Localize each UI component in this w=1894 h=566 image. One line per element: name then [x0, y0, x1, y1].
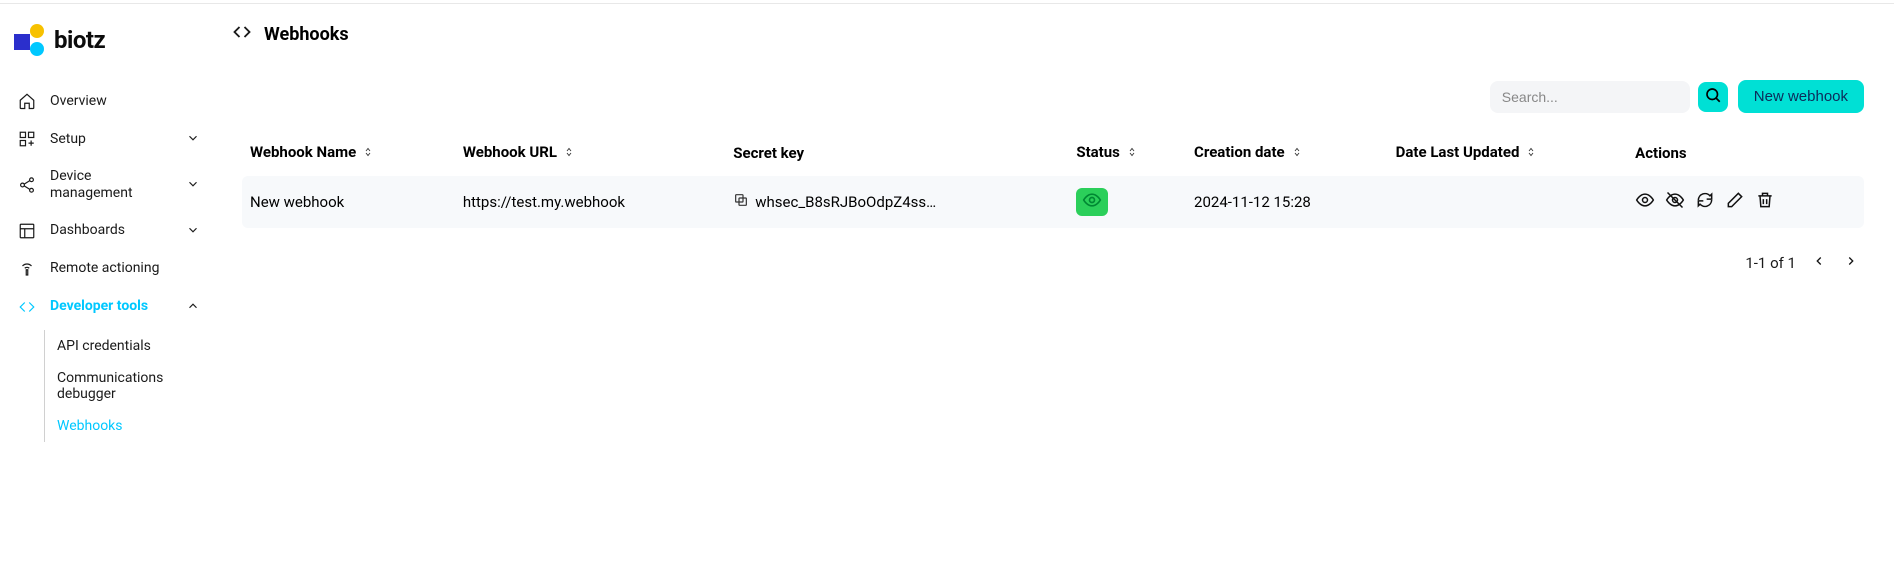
new-webhook-button[interactable]: New webhook: [1738, 80, 1864, 113]
eye-icon: [1635, 190, 1655, 214]
chevron-down-icon: [186, 223, 202, 239]
page-header: Webhooks: [228, 22, 1878, 46]
sort-icon: [1291, 144, 1303, 162]
code-icon: [232, 22, 252, 46]
sidebar-item-label: Developer tools: [50, 298, 172, 315]
home-icon: [18, 92, 36, 110]
cell-url: https://test.my.webhook: [455, 176, 725, 228]
brand-mark-icon: [14, 26, 42, 54]
col-created[interactable]: Creation date: [1186, 133, 1388, 176]
sort-icon: [1126, 144, 1138, 162]
sidebar-item-setup[interactable]: Setup: [12, 120, 208, 158]
bookmark-icon: [1782, 0, 1796, 4]
chevron-left-icon: [1812, 254, 1826, 272]
top-divider: All Bookmarks: [0, 0, 1894, 4]
col-secret: Secret key: [725, 133, 1068, 176]
bookmarks-link[interactable]: All Bookmarks: [1782, 0, 1886, 4]
sidebar-item-device-management[interactable]: Device management: [12, 158, 208, 212]
action-view[interactable]: [1635, 192, 1655, 212]
main-content: Webhooks New webhook Webhook Name Webhoo…: [218, 4, 1894, 564]
subnav-label: API credentials: [57, 338, 151, 354]
chevron-down-icon: [186, 131, 202, 147]
refresh-icon: [1695, 190, 1715, 214]
subnav-label: Communications debugger: [57, 370, 163, 402]
trash-icon: [1755, 190, 1775, 214]
sort-icon: [362, 144, 374, 162]
pagination-prev[interactable]: [1810, 254, 1828, 272]
share-icon: [18, 176, 36, 194]
pencil-icon: [1725, 190, 1745, 214]
sidebar-item-dashboards[interactable]: Dashboards: [12, 212, 208, 250]
chevron-down-icon: [186, 177, 202, 193]
sidebar-item-label: Overview: [50, 93, 202, 110]
sidebar: biotz Overview Setup Device management D…: [0, 4, 218, 564]
remote-icon: [18, 260, 36, 278]
eye-icon: [1082, 190, 1102, 214]
action-delete[interactable]: [1755, 192, 1775, 212]
sidebar-item-label: Setup: [50, 131, 172, 148]
brand-name: biotz: [54, 26, 105, 54]
col-actions: Actions: [1627, 133, 1864, 176]
search-group: [1490, 81, 1728, 113]
brand-logo[interactable]: biotz: [12, 22, 208, 82]
sidebar-item-developer-tools[interactable]: Developer tools: [12, 288, 208, 326]
pagination-next[interactable]: [1842, 254, 1860, 272]
code-icon: [18, 298, 36, 316]
page-title: Webhooks: [264, 24, 349, 45]
subnav-label: Webhooks: [57, 418, 123, 434]
sidebar-item-overview[interactable]: Overview: [12, 82, 208, 120]
sidebar-item-label: Remote actioning: [50, 260, 202, 277]
col-url[interactable]: Webhook URL: [455, 133, 725, 176]
action-refresh[interactable]: [1695, 192, 1715, 212]
cell-name: New webhook: [242, 176, 455, 228]
sort-icon: [563, 144, 575, 162]
cell-secret: whsec_B8sRJBoOdpZ4ssX…: [725, 176, 1068, 228]
dashboard-icon: [18, 222, 36, 240]
search-button[interactable]: [1698, 82, 1728, 112]
pagination: 1-1 of 1: [242, 254, 1864, 272]
developer-tools-submenu: API credentials Communications debugger …: [44, 330, 208, 442]
chevron-up-icon: [186, 299, 202, 315]
sidebar-item-label: Device management: [50, 168, 172, 202]
webhooks-table: Webhook Name Webhook URL Secret key Stat…: [242, 133, 1864, 228]
sidebar-item-remote-actioning[interactable]: Remote actioning: [12, 250, 208, 288]
search-input[interactable]: [1490, 81, 1690, 113]
eye-off-icon: [1665, 190, 1685, 214]
col-status[interactable]: Status: [1068, 133, 1186, 176]
subnav-communications-debugger[interactable]: Communications debugger: [57, 362, 208, 410]
chevron-right-icon: [1844, 254, 1858, 272]
webhooks-panel: New webhook Webhook Name Webhook URL Sec…: [228, 68, 1878, 290]
copy-icon[interactable]: [733, 192, 749, 212]
cell-created: 2024-11-12 15:28: [1186, 176, 1388, 228]
grid-add-icon: [18, 130, 36, 148]
cell-actions: [1627, 176, 1864, 228]
cell-status: [1068, 176, 1186, 228]
secret-value: whsec_B8sRJBoOdpZ4ssX…: [755, 193, 943, 211]
table-row: New webhook https://test.my.webhook whse…: [242, 176, 1864, 228]
cell-updated: [1388, 176, 1627, 228]
action-edit[interactable]: [1725, 192, 1745, 212]
sort-icon: [1525, 144, 1537, 162]
col-name[interactable]: Webhook Name: [242, 133, 455, 176]
action-hide[interactable]: [1665, 192, 1685, 212]
subnav-api-credentials[interactable]: API credentials: [57, 330, 208, 362]
search-icon: [1704, 86, 1722, 107]
col-updated[interactable]: Date Last Updated: [1388, 133, 1627, 176]
pagination-label: 1-1 of 1: [1745, 254, 1796, 272]
sidebar-item-label: Dashboards: [50, 222, 172, 239]
subnav-webhooks[interactable]: Webhooks: [57, 410, 208, 442]
bookmarks-label: All Bookmarks: [1802, 0, 1886, 3]
status-badge-active: [1076, 188, 1108, 216]
